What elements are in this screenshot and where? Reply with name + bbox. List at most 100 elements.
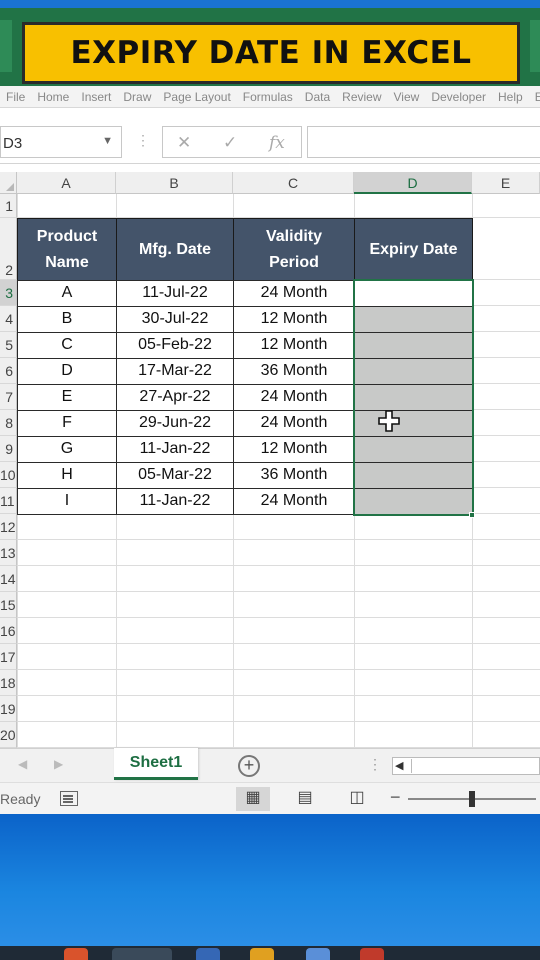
sheet-nav-next-icon[interactable]: ▶ [54, 757, 63, 771]
table-cell-expiry[interactable] [354, 332, 473, 359]
table-cell-validity[interactable]: 24 Month [233, 280, 355, 307]
ribbon-tab[interactable]: Formulas [237, 86, 299, 104]
row-header-12[interactable]: 12 [0, 514, 17, 540]
row-header-2[interactable]: 2 [0, 218, 17, 280]
row-header-13[interactable]: 13 [0, 540, 17, 566]
table-cell-product[interactable]: E [17, 384, 117, 411]
table-cell-mfg[interactable]: 11-Jul-22 [116, 280, 234, 307]
table-cell-expiry[interactable] [354, 410, 473, 437]
column-header-c[interactable]: C [233, 172, 354, 194]
table-cell-mfg[interactable]: 11-Jan-22 [116, 436, 234, 463]
add-sheet-icon[interactable]: + [238, 755, 260, 777]
select-all-button[interactable] [0, 172, 17, 194]
table-cell-product[interactable]: H [17, 462, 117, 489]
column-header-e[interactable]: E [472, 172, 540, 194]
table-cell-expiry[interactable] [354, 280, 473, 307]
ribbon-tab[interactable]: Page Layout [157, 86, 236, 104]
table-cell-expiry[interactable] [354, 488, 473, 515]
table-header-expiry[interactable]: Expiry Date [354, 218, 473, 281]
table-cell-expiry[interactable] [354, 306, 473, 333]
table-cell-expiry[interactable] [354, 462, 473, 489]
excel-taskbar-icon[interactable] [112, 948, 172, 960]
table-cell-expiry[interactable] [354, 358, 473, 385]
ribbon-tab[interactable]: Review [336, 86, 387, 104]
app-icon[interactable] [196, 948, 220, 960]
table-cell-validity[interactable]: 24 Month [233, 410, 355, 437]
table-cell-expiry[interactable] [354, 436, 473, 463]
formula-input[interactable] [307, 126, 540, 158]
ribbon-tab[interactable]: Help [492, 86, 529, 104]
row-header-18[interactable]: 18 [0, 670, 17, 696]
column-header-a[interactable]: A [17, 172, 116, 194]
table-header-product[interactable]: Product Name [17, 218, 117, 281]
ribbon-tab[interactable]: Draw [117, 86, 157, 104]
page-layout-view-icon[interactable]: ▤ [288, 787, 322, 811]
row-header-17[interactable]: 17 [0, 644, 17, 670]
table-cell-validity[interactable]: 36 Month [233, 462, 355, 489]
app-icon[interactable] [306, 948, 330, 960]
insert-function-icon[interactable]: fx [269, 133, 285, 153]
table-header-mfg[interactable]: Mfg. Date [116, 218, 234, 281]
row-header-3[interactable]: 3 [0, 280, 17, 306]
scroll-left-icon[interactable]: ◀ [395, 759, 403, 772]
table-cell-expiry[interactable] [354, 384, 473, 411]
accessibility-icon[interactable] [60, 791, 78, 806]
folder-icon[interactable] [250, 948, 274, 960]
ribbon-tab[interactable]: View [388, 86, 426, 104]
zoom-out-icon[interactable]: − [390, 787, 401, 808]
table-cell-validity[interactable]: 36 Month [233, 358, 355, 385]
table-cell-validity[interactable]: 12 Month [233, 436, 355, 463]
row-header-10[interactable]: 10 [0, 462, 17, 488]
table-cell-mfg[interactable]: 29-Jun-22 [116, 410, 234, 437]
row-header-1[interactable]: 1 [0, 194, 17, 218]
ribbon-tab[interactable]: Data [299, 86, 336, 104]
column-header-b[interactable]: B [116, 172, 233, 194]
row-header-4[interactable]: 4 [0, 306, 17, 332]
table-cell-product[interactable]: A [17, 280, 117, 307]
page-break-view-icon[interactable]: ◫ [340, 787, 374, 811]
chevron-down-icon[interactable]: ▼ [102, 135, 113, 147]
table-cell-product[interactable]: G [17, 436, 117, 463]
table-cell-validity[interactable]: 24 Month [233, 488, 355, 515]
horizontal-scrollbar[interactable]: ◀ [392, 757, 540, 775]
table-cell-product[interactable]: F [17, 410, 117, 437]
cancel-icon[interactable]: ✕ [177, 133, 191, 153]
row-header-11[interactable]: 11 [0, 488, 17, 514]
table-cell-product[interactable]: B [17, 306, 117, 333]
row-header-6[interactable]: 6 [0, 358, 17, 384]
row-header-5[interactable]: 5 [0, 332, 17, 358]
scrollbar-thumb[interactable] [411, 759, 539, 773]
app-icon[interactable] [360, 948, 384, 960]
sheet-nav-prev-icon[interactable]: ◀ [18, 757, 27, 771]
row-header-20[interactable]: 20 [0, 722, 17, 748]
ribbon-tab[interactable]: Developer [425, 86, 492, 104]
name-box[interactable]: D3 ▼ [0, 126, 122, 158]
app-icon[interactable] [64, 948, 88, 960]
table-cell-mfg[interactable]: 05-Feb-22 [116, 332, 234, 359]
table-cell-mfg[interactable]: 27-Apr-22 [116, 384, 234, 411]
row-header-15[interactable]: 15 [0, 592, 17, 618]
table-cell-mfg[interactable]: 30-Jul-22 [116, 306, 234, 333]
row-header-14[interactable]: 14 [0, 566, 17, 592]
row-header-16[interactable]: 16 [0, 618, 17, 644]
row-header-9[interactable]: 9 [0, 436, 17, 462]
row-header-19[interactable]: 19 [0, 696, 17, 722]
tab-splitter-icon[interactable]: ⋮ [368, 756, 382, 773]
worksheet-grid[interactable]: A B C D E 1 2 3 4 5 6 7 8 9 10 11 12 13 14 15 16 17 18 19 20 Prod… [0, 164, 540, 748]
ribbon-tab[interactable]: Enter [529, 86, 540, 104]
table-cell-product[interactable]: D [17, 358, 117, 385]
zoom-slider-thumb[interactable] [469, 791, 475, 807]
tab-sheet1[interactable]: Sheet1 [114, 748, 198, 780]
fill-handle[interactable] [469, 512, 475, 518]
ribbon-tab[interactable]: File [0, 86, 31, 104]
table-cell-mfg[interactable]: 05-Mar-22 [116, 462, 234, 489]
table-cell-validity[interactable]: 24 Month [233, 384, 355, 411]
table-cell-validity[interactable]: 12 Month [233, 306, 355, 333]
table-cell-product[interactable]: I [17, 488, 117, 515]
table-cell-mfg[interactable]: 17-Mar-22 [116, 358, 234, 385]
row-header-7[interactable]: 7 [0, 384, 17, 410]
column-header-d[interactable]: D [354, 172, 472, 194]
ribbon-tab[interactable]: Insert [75, 86, 117, 104]
table-cell-validity[interactable]: 12 Month [233, 332, 355, 359]
enter-icon[interactable]: ✓ [223, 133, 237, 153]
